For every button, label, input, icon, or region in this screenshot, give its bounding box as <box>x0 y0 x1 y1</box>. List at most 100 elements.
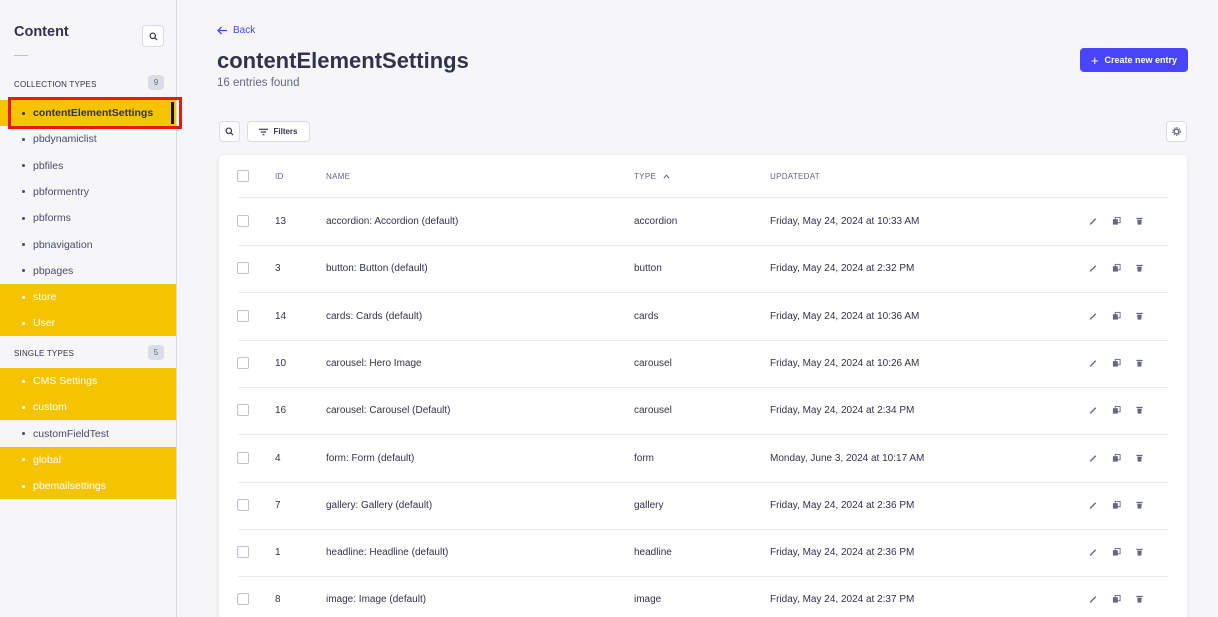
duplicate-button[interactable] <box>1112 453 1121 463</box>
duplicate-icon <box>1112 500 1121 509</box>
table-row[interactable]: 8 image: Image (default) image Friday, May … <box>219 576 1187 617</box>
row-actions <box>1089 547 1144 557</box>
page-title: contentElementSettings <box>217 48 469 73</box>
duplicate-button[interactable] <box>1112 216 1121 226</box>
table-row[interactable]: 13 accordion: Accordion (default) accordio… <box>219 198 1187 245</box>
sidebar-item-pbformentry[interactable]: pbformentry <box>0 179 176 205</box>
edit-button[interactable] <box>1089 594 1098 604</box>
create-new-entry-button[interactable]: + Create new entry <box>1080 48 1188 72</box>
row-checkbox[interactable] <box>237 309 249 322</box>
delete-icon <box>1136 407 1143 414</box>
table-row[interactable]: 14 cards: Cards (default) cards Friday, May… <box>219 293 1187 340</box>
edit-button[interactable] <box>1089 216 1098 226</box>
delete-icon <box>1136 548 1143 556</box>
table-row[interactable]: 3 button: Button (default) button Friday, M… <box>219 245 1187 292</box>
sidebar-item-user[interactable]: User <box>0 310 176 337</box>
sidebar-item-custom[interactable]: custom <box>0 394 176 421</box>
edit-button[interactable] <box>1089 547 1098 557</box>
sidebar-item-pbemailsettings[interactable]: pbemailsettings <box>0 473 176 500</box>
bullet-icon <box>22 164 25 168</box>
column-header-name[interactable]: NAME <box>326 172 350 181</box>
create-new-entry-label: Create new entry <box>1104 55 1178 65</box>
back-link[interactable]: Back <box>217 25 255 36</box>
edit-icon <box>1089 407 1097 414</box>
sidebar-item-customfieldtest[interactable]: customFieldTest <box>0 421 176 447</box>
duplicate-button[interactable] <box>1112 405 1121 415</box>
row-checkbox[interactable] <box>237 451 249 464</box>
delete-button[interactable] <box>1135 453 1144 463</box>
sidebar-item-cms-settings[interactable]: CMS Settings <box>0 368 176 394</box>
delete-button[interactable] <box>1135 594 1144 604</box>
row-actions <box>1089 311 1144 321</box>
edit-button[interactable] <box>1089 405 1098 415</box>
cell-type: carousel <box>634 405 672 417</box>
filters-label: Filters <box>273 127 298 136</box>
bullet-icon <box>22 295 25 299</box>
edit-button[interactable] <box>1089 500 1098 510</box>
sidebar-item-pbdynamiclist[interactable]: pbdynamiclist <box>0 126 176 152</box>
delete-button[interactable] <box>1135 547 1144 557</box>
sidebar-item-store[interactable]: store <box>0 284 176 311</box>
delete-button[interactable] <box>1135 405 1144 415</box>
row-checkbox[interactable] <box>237 356 249 369</box>
duplicate-button[interactable] <box>1112 500 1121 510</box>
row-checkbox[interactable] <box>237 546 249 559</box>
sidebar-item-pbpages[interactable]: pbpages <box>0 258 176 284</box>
sidebar-item-label: store <box>33 291 57 304</box>
duplicate-button[interactable] <box>1112 547 1121 557</box>
row-actions <box>1089 500 1144 510</box>
cell-updated: Monday, June 3, 2024 at 10:17 AM <box>770 452 925 464</box>
sidebar-item-label: global <box>33 453 62 466</box>
table-row[interactable]: 7 gallery: Gallery (default) gallery Friday… <box>219 482 1187 529</box>
duplicate-icon <box>1112 264 1121 272</box>
table-settings-button[interactable] <box>1166 121 1187 142</box>
search-icon <box>148 31 158 41</box>
row-checkbox[interactable] <box>237 498 249 511</box>
delete-button[interactable] <box>1135 311 1144 321</box>
cell-type: form <box>634 452 654 464</box>
edit-icon <box>1089 360 1097 367</box>
cell-updated: Friday, May 24, 2024 at 10:33 AM <box>770 216 920 227</box>
table-row[interactable]: 10 carousel: Hero Image carousel Friday, Ma… <box>219 340 1187 387</box>
row-checkbox[interactable] <box>237 262 249 275</box>
edit-button[interactable] <box>1089 263 1098 273</box>
delete-button[interactable] <box>1135 358 1144 368</box>
row-checkbox[interactable] <box>237 593 249 606</box>
duplicate-button[interactable] <box>1112 358 1121 368</box>
filters-button[interactable]: Filters <box>247 121 310 142</box>
sidebar-item-global[interactable]: global <box>0 446 176 473</box>
delete-button[interactable] <box>1135 263 1144 273</box>
edit-button[interactable] <box>1089 358 1098 368</box>
bullet-icon <box>22 243 25 246</box>
sort-ascending-icon <box>663 174 670 179</box>
duplicate-button[interactable] <box>1112 263 1121 273</box>
cell-updated: Friday, May 24, 2024 at 2:32 PM <box>770 263 915 275</box>
table-row[interactable]: 16 carousel: Carousel (Default) carousel Fr… <box>219 387 1187 434</box>
sidebar-search-button[interactable] <box>142 25 164 47</box>
row-checkbox[interactable] <box>237 404 249 417</box>
cell-name: carousel: Hero Image <box>326 357 422 369</box>
sidebar-item-pbnavigation[interactable]: pbnavigation <box>0 232 176 258</box>
edit-button[interactable] <box>1089 311 1098 321</box>
sidebar-item-pbforms[interactable]: pbforms <box>0 205 176 231</box>
delete-button[interactable] <box>1135 216 1144 226</box>
delete-icon <box>1136 454 1143 462</box>
search-icon <box>225 127 234 136</box>
table-row[interactable]: 1 headline: Headline (default) headline Fri… <box>219 529 1187 576</box>
bullet-icon <box>22 379 25 383</box>
column-header-type[interactable]: TYPE <box>634 172 670 181</box>
cell-updated: Friday, May 24, 2024 at 10:36 AM <box>770 310 920 322</box>
table-row[interactable]: 4 form: Form (default) form Monday, June 3,… <box>219 435 1187 482</box>
sidebar-item-pbfiles[interactable]: pbfiles <box>0 153 176 179</box>
select-all-checkbox[interactable] <box>237 170 249 182</box>
sidebar-item-label: CMS Settings <box>33 375 98 387</box>
table-search-button[interactable] <box>219 121 240 142</box>
column-header-updatedat[interactable]: UPDATEDAT <box>770 172 820 181</box>
collection-types-count: 9 <box>148 75 164 90</box>
edit-button[interactable] <box>1089 453 1098 463</box>
column-header-id[interactable]: ID <box>275 172 284 181</box>
duplicate-button[interactable] <box>1112 594 1121 604</box>
row-checkbox[interactable] <box>237 215 249 227</box>
delete-button[interactable] <box>1135 500 1144 510</box>
duplicate-button[interactable] <box>1112 311 1121 321</box>
